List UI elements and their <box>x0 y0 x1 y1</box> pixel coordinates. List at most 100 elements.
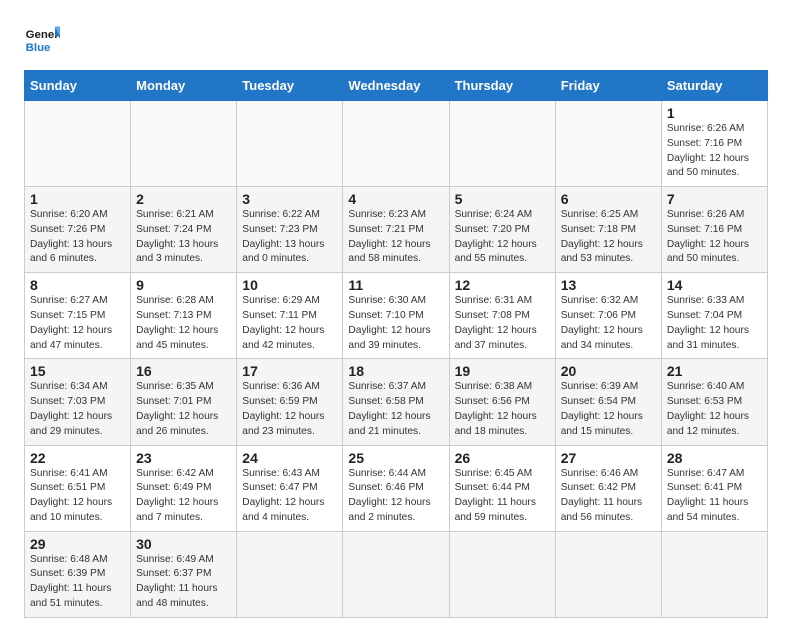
calendar-cell: 19Sunrise: 6:38 AM Sunset: 6:56 PM Dayli… <box>449 359 555 445</box>
calendar-cell <box>449 531 555 617</box>
day-info: Sunrise: 6:28 AM Sunset: 7:13 PM Dayligh… <box>136 294 231 353</box>
day-number: 12 <box>455 277 550 293</box>
day-number: 16 <box>136 363 231 379</box>
day-info: Sunrise: 6:20 AM Sunset: 7:26 PM Dayligh… <box>30 208 125 267</box>
day-number: 3 <box>242 191 337 207</box>
calendar-week-3: 8Sunrise: 6:27 AM Sunset: 7:15 PM Daylig… <box>25 273 768 359</box>
calendar-week-2: 1Sunrise: 6:20 AM Sunset: 7:26 PM Daylig… <box>25 187 768 273</box>
day-number: 19 <box>455 363 550 379</box>
day-number: 7 <box>667 191 762 207</box>
day-number: 5 <box>455 191 550 207</box>
svg-text:General: General <box>26 29 60 41</box>
day-number: 13 <box>561 277 656 293</box>
header-cell-friday: Friday <box>555 71 661 101</box>
day-number: 20 <box>561 363 656 379</box>
calendar-week-4: 15Sunrise: 6:34 AM Sunset: 7:03 PM Dayli… <box>25 359 768 445</box>
day-info: Sunrise: 6:44 AM Sunset: 6:46 PM Dayligh… <box>348 467 443 526</box>
day-info: Sunrise: 6:32 AM Sunset: 7:06 PM Dayligh… <box>561 294 656 353</box>
calendar-cell: 22Sunrise: 6:41 AM Sunset: 6:51 PM Dayli… <box>25 445 131 531</box>
header-cell-monday: Monday <box>131 71 237 101</box>
calendar-cell: 9Sunrise: 6:28 AM Sunset: 7:13 PM Daylig… <box>131 273 237 359</box>
calendar-cell: 28Sunrise: 6:47 AM Sunset: 6:41 PM Dayli… <box>661 445 767 531</box>
header-cell-saturday: Saturday <box>661 71 767 101</box>
calendar-cell: 8Sunrise: 6:27 AM Sunset: 7:15 PM Daylig… <box>25 273 131 359</box>
logo: General Blue <box>24 20 64 56</box>
svg-text:Blue: Blue <box>26 42 51 54</box>
calendar-cell <box>25 101 131 187</box>
calendar-cell: 29Sunrise: 6:48 AM Sunset: 6:39 PM Dayli… <box>25 531 131 617</box>
calendar-cell <box>555 531 661 617</box>
header-cell-thursday: Thursday <box>449 71 555 101</box>
day-info: Sunrise: 6:24 AM Sunset: 7:20 PM Dayligh… <box>455 208 550 267</box>
day-info: Sunrise: 6:26 AM Sunset: 7:16 PM Dayligh… <box>667 208 762 267</box>
calendar-cell: 17Sunrise: 6:36 AM Sunset: 6:59 PM Dayli… <box>237 359 343 445</box>
header-cell-sunday: Sunday <box>25 71 131 101</box>
header-cell-wednesday: Wednesday <box>343 71 449 101</box>
calendar-cell: 10Sunrise: 6:29 AM Sunset: 7:11 PM Dayli… <box>237 273 343 359</box>
day-info: Sunrise: 6:47 AM Sunset: 6:41 PM Dayligh… <box>667 467 762 526</box>
calendar-cell <box>555 101 661 187</box>
day-info: Sunrise: 6:25 AM Sunset: 7:18 PM Dayligh… <box>561 208 656 267</box>
calendar-cell: 11Sunrise: 6:30 AM Sunset: 7:10 PM Dayli… <box>343 273 449 359</box>
day-info: Sunrise: 6:45 AM Sunset: 6:44 PM Dayligh… <box>455 467 550 526</box>
day-info: Sunrise: 6:42 AM Sunset: 6:49 PM Dayligh… <box>136 467 231 526</box>
day-info: Sunrise: 6:49 AM Sunset: 6:37 PM Dayligh… <box>136 553 231 612</box>
day-number: 1 <box>667 105 762 121</box>
calendar-cell: 7Sunrise: 6:26 AM Sunset: 7:16 PM Daylig… <box>661 187 767 273</box>
calendar-cell <box>237 531 343 617</box>
day-number: 29 <box>30 536 125 552</box>
day-number: 24 <box>242 450 337 466</box>
calendar-week-1: 1Sunrise: 6:26 AM Sunset: 7:16 PM Daylig… <box>25 101 768 187</box>
day-info: Sunrise: 6:34 AM Sunset: 7:03 PM Dayligh… <box>30 380 125 439</box>
calendar-cell <box>343 531 449 617</box>
calendar-cell <box>131 101 237 187</box>
day-info: Sunrise: 6:30 AM Sunset: 7:10 PM Dayligh… <box>348 294 443 353</box>
day-info: Sunrise: 6:27 AM Sunset: 7:15 PM Dayligh… <box>30 294 125 353</box>
calendar-cell: 15Sunrise: 6:34 AM Sunset: 7:03 PM Dayli… <box>25 359 131 445</box>
calendar-cell: 25Sunrise: 6:44 AM Sunset: 6:46 PM Dayli… <box>343 445 449 531</box>
day-number: 17 <box>242 363 337 379</box>
day-number: 15 <box>30 363 125 379</box>
calendar-cell: 24Sunrise: 6:43 AM Sunset: 6:47 PM Dayli… <box>237 445 343 531</box>
calendar-header: SundayMondayTuesdayWednesdayThursdayFrid… <box>25 71 768 101</box>
day-number: 4 <box>348 191 443 207</box>
calendar-cell: 3Sunrise: 6:22 AM Sunset: 7:23 PM Daylig… <box>237 187 343 273</box>
header-row: SundayMondayTuesdayWednesdayThursdayFrid… <box>25 71 768 101</box>
day-info: Sunrise: 6:21 AM Sunset: 7:24 PM Dayligh… <box>136 208 231 267</box>
calendar-week-5: 22Sunrise: 6:41 AM Sunset: 6:51 PM Dayli… <box>25 445 768 531</box>
calendar-body: 1 Sunrise: 6:26 AM Sunset: 7:16 PM Daylig… <box>25 101 768 618</box>
calendar-cell <box>237 101 343 187</box>
day-number: 14 <box>667 277 762 293</box>
calendar-cell: 13Sunrise: 6:32 AM Sunset: 7:06 PM Dayli… <box>555 273 661 359</box>
day-number: 22 <box>30 450 125 466</box>
day-info: Sunrise: 6:43 AM Sunset: 6:47 PM Dayligh… <box>242 467 337 526</box>
day-info: Sunrise: 6:37 AM Sunset: 6:58 PM Dayligh… <box>348 380 443 439</box>
calendar-cell: 20Sunrise: 6:39 AM Sunset: 6:54 PM Dayli… <box>555 359 661 445</box>
day-number: 8 <box>30 277 125 293</box>
calendar-cell: 16Sunrise: 6:35 AM Sunset: 7:01 PM Dayli… <box>131 359 237 445</box>
logo-icon: General Blue <box>24 20 60 56</box>
calendar-cell: 23Sunrise: 6:42 AM Sunset: 6:49 PM Dayli… <box>131 445 237 531</box>
calendar-cell: 2Sunrise: 6:21 AM Sunset: 7:24 PM Daylig… <box>131 187 237 273</box>
day-number: 30 <box>136 536 231 552</box>
calendar-cell: 21Sunrise: 6:40 AM Sunset: 6:53 PM Dayli… <box>661 359 767 445</box>
day-info: Sunrise: 6:22 AM Sunset: 7:23 PM Dayligh… <box>242 208 337 267</box>
calendar-cell: 1Sunrise: 6:20 AM Sunset: 7:26 PM Daylig… <box>25 187 131 273</box>
day-info: Sunrise: 6:23 AM Sunset: 7:21 PM Dayligh… <box>348 208 443 267</box>
calendar-cell <box>343 101 449 187</box>
day-info: Sunrise: 6:38 AM Sunset: 6:56 PM Dayligh… <box>455 380 550 439</box>
day-info: Sunrise: 6:40 AM Sunset: 6:53 PM Dayligh… <box>667 380 762 439</box>
day-number: 1 <box>30 191 125 207</box>
day-number: 23 <box>136 450 231 466</box>
day-number: 21 <box>667 363 762 379</box>
day-number: 25 <box>348 450 443 466</box>
page-header: General Blue <box>24 20 768 56</box>
day-number: 28 <box>667 450 762 466</box>
day-info: Sunrise: 6:36 AM Sunset: 6:59 PM Dayligh… <box>242 380 337 439</box>
day-number: 10 <box>242 277 337 293</box>
day-info: Sunrise: 6:29 AM Sunset: 7:11 PM Dayligh… <box>242 294 337 353</box>
calendar-cell: 30Sunrise: 6:49 AM Sunset: 6:37 PM Dayli… <box>131 531 237 617</box>
day-info: Sunrise: 6:33 AM Sunset: 7:04 PM Dayligh… <box>667 294 762 353</box>
day-info: Sunrise: 6:41 AM Sunset: 6:51 PM Dayligh… <box>30 467 125 526</box>
header-cell-tuesday: Tuesday <box>237 71 343 101</box>
